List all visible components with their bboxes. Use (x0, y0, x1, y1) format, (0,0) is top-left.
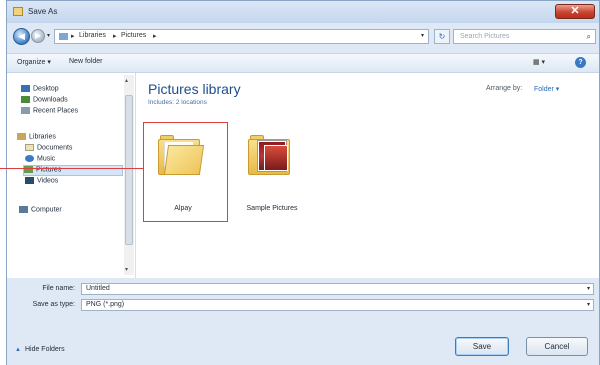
arrange-by-dropdown[interactable]: Folder ▾ (534, 85, 559, 93)
documents-icon (25, 144, 34, 151)
scroll-up-icon[interactable]: ▴ (125, 77, 128, 84)
save-as-type-select[interactable]: PNG (*.png) ▾ (81, 299, 594, 311)
library-locations-link[interactable]: Includes: 2 locations (148, 99, 207, 106)
change-view-icon[interactable]: ▦ ▾ (533, 58, 545, 66)
downloads-icon (21, 96, 30, 103)
collapse-arrow-icon: ▲ (15, 347, 21, 353)
nav-item-documents[interactable]: Documents (25, 144, 72, 151)
nav-item-music[interactable]: Music (25, 155, 55, 162)
breadcrumb-libraries[interactable]: Libraries (79, 32, 106, 39)
nav-item-videos[interactable]: Videos (25, 177, 58, 184)
nav-item-desktop[interactable]: Desktop (21, 85, 59, 92)
title-bar: Save As ✕ (7, 1, 599, 23)
computer-icon (19, 206, 28, 213)
save-as-dialog: Save As ✕ ◀ ▶ ▾ ▸ Libraries ▸ Pictures ▸… (6, 0, 600, 365)
hide-folders-toggle[interactable]: ▲ Hide Folders (15, 346, 65, 353)
breadcrumb-separator-icon[interactable]: ▸ (71, 32, 75, 40)
organize-menu[interactable]: Organize ▾ (17, 58, 51, 66)
library-title: Pictures library (148, 81, 241, 97)
breadcrumb-pictures[interactable]: Pictures (121, 32, 146, 39)
nav-item-downloads[interactable]: Downloads (21, 96, 68, 103)
breadcrumb-separator-icon[interactable]: ▸ (153, 32, 157, 40)
scrollbar-thumb[interactable] (125, 95, 133, 245)
search-placeholder: Search Pictures (460, 33, 510, 40)
new-folder-button[interactable]: New folder (69, 58, 102, 65)
cancel-button[interactable]: Cancel (526, 337, 588, 356)
libraries-icon (59, 33, 68, 40)
recent-pages-dropdown-icon[interactable]: ▾ (47, 32, 50, 39)
music-icon (25, 155, 34, 162)
nav-item-libraries[interactable]: Libraries (17, 133, 56, 140)
nav-item-pictures[interactable]: Pictures (23, 165, 123, 176)
save-as-type-dropdown-icon[interactable]: ▾ (587, 301, 590, 308)
file-name-input[interactable]: Untitled ▾ (81, 283, 594, 295)
videos-icon (25, 177, 34, 184)
close-button[interactable]: ✕ (555, 4, 595, 19)
navigation-bar: ◀ ▶ ▾ ▸ Libraries ▸ Pictures ▸ ▾ ↻ Searc… (7, 23, 599, 49)
callout-line (0, 168, 143, 169)
libraries-icon (17, 133, 26, 140)
save-options-panel: File name: Untitled ▾ Save as type: PNG … (7, 279, 599, 365)
highlight-box (143, 122, 228, 222)
address-bar[interactable]: ▸ Libraries ▸ Pictures ▸ ▾ (54, 29, 429, 44)
nav-item-recent-places[interactable]: Recent Places (21, 107, 78, 114)
command-toolbar: Organize ▾ New folder ▦ ▾ ? (7, 53, 599, 73)
forward-button[interactable]: ▶ (31, 29, 45, 43)
desktop-icon (21, 85, 30, 92)
folder-item-sample-pictures[interactable] (248, 135, 298, 175)
help-icon[interactable]: ? (575, 57, 586, 68)
window-title: Save As (28, 7, 58, 16)
arrange-by-label: Arrange by: (486, 85, 523, 92)
window-icon (13, 7, 23, 16)
file-name-label: File name: (42, 285, 75, 292)
address-dropdown-icon[interactable]: ▾ (421, 32, 424, 39)
save-button[interactable]: Save (455, 337, 509, 356)
recent-places-icon (21, 107, 30, 114)
file-name-value: Untitled (86, 285, 110, 292)
save-as-type-label: Save as type: (32, 301, 75, 308)
save-as-type-value: PNG (*.png) (86, 301, 125, 308)
nav-pane-scrollbar[interactable]: ▴ ▾ (124, 75, 134, 275)
refresh-button[interactable]: ↻ (434, 29, 450, 44)
search-input[interactable]: Search Pictures ⌕ (453, 29, 596, 44)
navigation-pane: Desktop Downloads Recent Places Librarie… (7, 73, 136, 278)
back-button[interactable]: ◀ (13, 28, 30, 45)
search-icon[interactable]: ⌕ (587, 32, 591, 42)
scroll-down-icon[interactable]: ▾ (125, 266, 128, 273)
nav-item-computer[interactable]: Computer (19, 206, 62, 213)
file-name-dropdown-icon[interactable]: ▾ (587, 285, 590, 292)
breadcrumb-separator-icon[interactable]: ▸ (113, 32, 117, 40)
folder-label-sample-pictures[interactable]: Sample Pictures (232, 205, 312, 212)
